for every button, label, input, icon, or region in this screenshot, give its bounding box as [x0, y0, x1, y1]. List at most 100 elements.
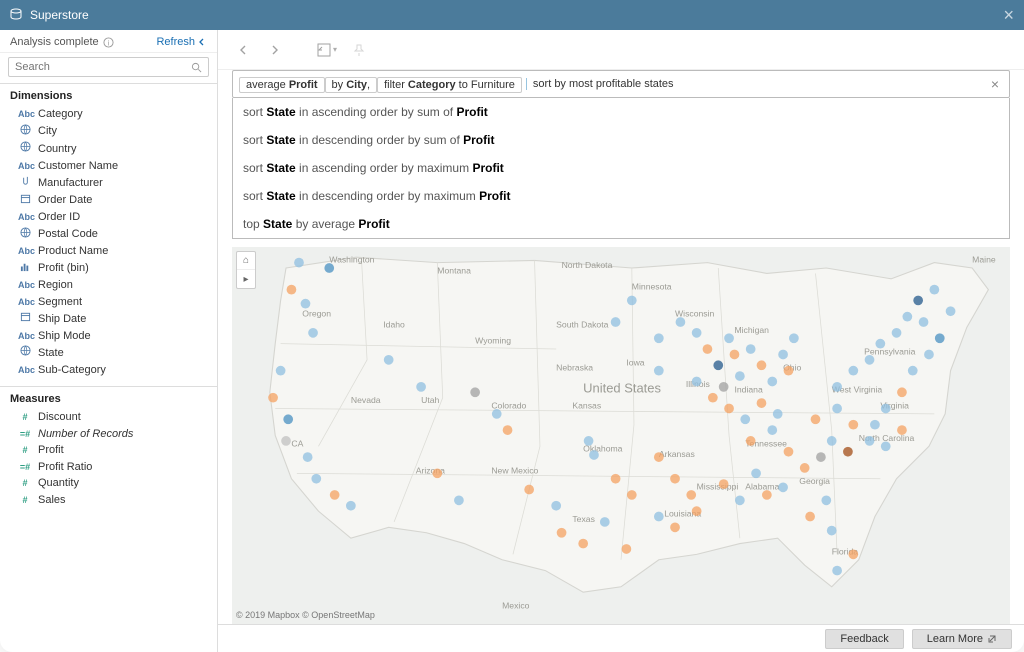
map-point[interactable] — [287, 285, 297, 295]
map-point[interactable] — [708, 393, 718, 403]
map-point[interactable] — [346, 501, 356, 511]
map-point[interactable] — [524, 485, 534, 495]
query-pill[interactable]: by City, — [325, 77, 378, 93]
query-input[interactable] — [526, 78, 983, 90]
map-point[interactable] — [268, 393, 278, 403]
map-point[interactable] — [308, 328, 318, 338]
map-point[interactable] — [827, 436, 837, 446]
dimension-item[interactable]: City — [10, 123, 207, 141]
dimension-item[interactable]: State — [10, 344, 207, 362]
dimension-item[interactable]: AbcCustomer Name — [10, 158, 207, 175]
map-point[interactable] — [454, 495, 464, 505]
map-point[interactable] — [935, 333, 945, 343]
map-point[interactable] — [870, 420, 880, 430]
map-point[interactable] — [724, 404, 734, 414]
map-point[interactable] — [881, 441, 891, 451]
map-point[interactable] — [929, 285, 939, 295]
dimension-item[interactable]: Order Date — [10, 192, 207, 210]
map-point[interactable] — [654, 452, 664, 462]
map-point[interactable] — [902, 312, 912, 322]
map-point[interactable] — [719, 382, 729, 392]
map-point[interactable] — [827, 526, 837, 536]
map-point[interactable] — [551, 501, 561, 511]
map-point[interactable] — [432, 468, 442, 478]
map-point[interactable] — [622, 544, 632, 554]
map-point[interactable] — [821, 495, 831, 505]
feedback-button[interactable]: Feedback — [825, 629, 903, 649]
map-point[interactable] — [892, 328, 902, 338]
viz-type-button[interactable]: ▾ — [316, 39, 338, 61]
map-point[interactable] — [600, 517, 610, 527]
map-point[interactable] — [875, 339, 885, 349]
map-point[interactable] — [740, 414, 750, 424]
map-point[interactable] — [832, 382, 842, 392]
map-point[interactable] — [832, 404, 842, 414]
query-bar[interactable]: average Profitby City,filter Category to… — [232, 70, 1010, 98]
map-point[interactable] — [686, 490, 696, 500]
search-input[interactable] — [8, 57, 209, 77]
map-point[interactable] — [805, 512, 815, 522]
map-point[interactable] — [589, 450, 599, 460]
measure-item[interactable]: #Discount — [10, 409, 207, 426]
map-point[interactable] — [816, 452, 826, 462]
map-point[interactable] — [757, 360, 767, 370]
map-point[interactable] — [848, 549, 858, 559]
map-point[interactable] — [578, 539, 588, 549]
map-point[interactable] — [832, 566, 842, 576]
map-point[interactable] — [276, 366, 286, 376]
map-point[interactable] — [670, 522, 680, 532]
map-point[interactable] — [703, 344, 713, 354]
suggestion-item[interactable]: sort State in descending order by sum of… — [233, 126, 1009, 154]
dimension-item[interactable]: AbcRegion — [10, 277, 207, 294]
dimension-item[interactable]: AbcCategory — [10, 106, 207, 123]
map-point[interactable] — [784, 366, 794, 376]
map-point[interactable] — [692, 506, 702, 516]
map-point[interactable] — [311, 474, 321, 484]
back-button[interactable] — [232, 39, 254, 61]
dimension-item[interactable]: Ship Date — [10, 310, 207, 328]
suggestion-item[interactable]: sort State in descending order by maximu… — [233, 182, 1009, 210]
map-point[interactable] — [281, 436, 291, 446]
map-point[interactable] — [767, 425, 777, 435]
map-point[interactable] — [283, 414, 293, 424]
measure-item[interactable]: #Quantity — [10, 475, 207, 492]
measure-item[interactable]: #Sales — [10, 492, 207, 509]
map-point[interactable] — [811, 414, 821, 424]
map-point[interactable] — [784, 447, 794, 457]
map-point[interactable] — [294, 258, 304, 268]
map-point[interactable] — [751, 468, 761, 478]
measure-item[interactable]: #Profit — [10, 442, 207, 459]
map-point[interactable] — [924, 350, 934, 360]
dimension-item[interactable]: Country — [10, 140, 207, 158]
map-point[interactable] — [719, 479, 729, 489]
dimension-item[interactable]: AbcProduct Name — [10, 243, 207, 260]
map-point[interactable] — [762, 490, 772, 500]
suggestion-item[interactable]: top State by average Profit — [233, 210, 1009, 238]
map-point[interactable] — [627, 296, 637, 306]
map-point[interactable] — [848, 420, 858, 430]
map-viz[interactable]: WashingtonMontanaNorth DakotaMinnesotaMa… — [232, 247, 1010, 624]
dimension-item[interactable]: AbcShip Mode — [10, 328, 207, 345]
map-point[interactable] — [384, 355, 394, 365]
map-point[interactable] — [778, 483, 788, 493]
map-point[interactable] — [767, 377, 777, 387]
map-point[interactable] — [557, 528, 567, 538]
map-point[interactable] — [654, 366, 664, 376]
map-point[interactable] — [330, 490, 340, 500]
measure-item[interactable]: =#Profit Ratio — [10, 459, 207, 476]
query-pill[interactable]: average Profit — [239, 77, 325, 93]
clear-icon[interactable]: × — [987, 76, 1003, 92]
dimension-item[interactable]: AbcSub-Category — [10, 362, 207, 379]
map-point[interactable] — [324, 263, 334, 273]
map-point[interactable] — [848, 366, 858, 376]
suggestion-item[interactable]: sort State in ascending order by sum of … — [233, 98, 1009, 126]
map-point[interactable] — [503, 425, 513, 435]
dimension-item[interactable]: Manufacturer — [10, 174, 207, 192]
map-point[interactable] — [492, 409, 502, 419]
map-point[interactable] — [881, 404, 891, 414]
map-point[interactable] — [692, 328, 702, 338]
close-icon[interactable]: × — [1003, 5, 1014, 26]
home-icon[interactable]: ⌂ — [237, 252, 255, 270]
map-point[interactable] — [865, 436, 875, 446]
refresh-link[interactable]: Refresh — [156, 36, 207, 48]
